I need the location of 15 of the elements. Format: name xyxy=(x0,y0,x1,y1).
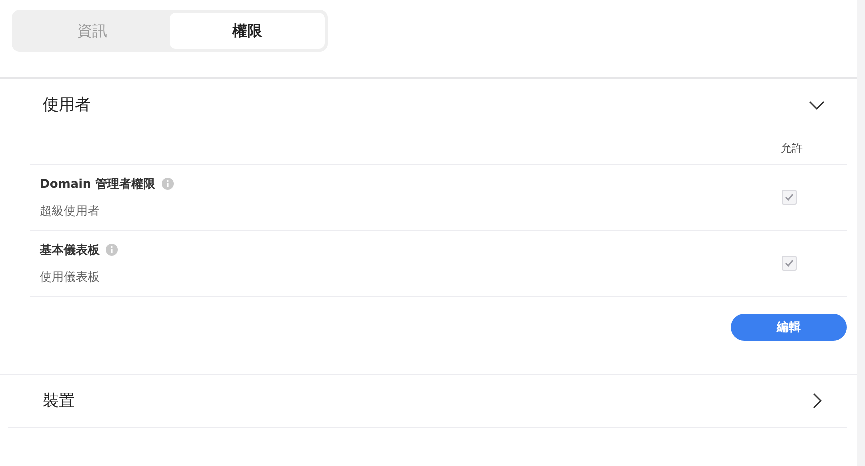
permission-name: Domain 管理者權限 xyxy=(40,176,156,192)
permission-name: 基本儀表板 xyxy=(40,242,100,258)
checkmark-icon xyxy=(785,193,794,202)
tab[interactable]: 權限 xyxy=(170,13,325,49)
scrollbar[interactable] xyxy=(857,0,865,466)
info-icon xyxy=(106,244,118,256)
section-title: 裝置 xyxy=(43,390,75,412)
tab[interactable]: 資訊 xyxy=(15,13,170,49)
section-title: 使用者 xyxy=(43,94,91,116)
info-icon xyxy=(162,178,174,190)
checkmark-icon xyxy=(785,259,794,268)
permission-description: 使用儀表板 xyxy=(40,268,101,286)
permission-description: 超級使用者 xyxy=(40,202,101,220)
edit-button[interactable]: 編輯 xyxy=(731,314,847,341)
column-header: 允許 xyxy=(781,141,803,156)
